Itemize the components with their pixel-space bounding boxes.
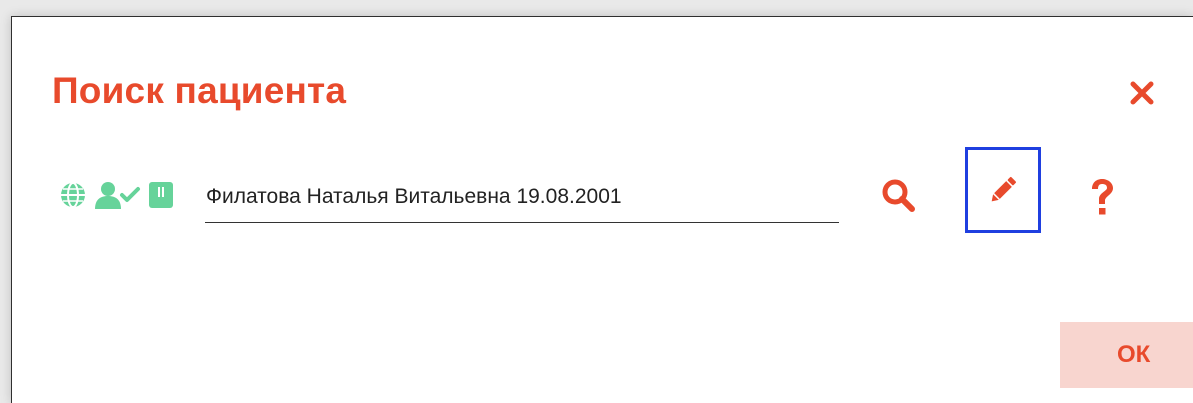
search-icon [882,179,915,212]
help-button[interactable] [1082,175,1122,219]
close-button[interactable] [1124,75,1160,111]
patient-search-input[interactable] [205,177,840,217]
edit-button[interactable] [965,147,1041,233]
search-source-icons [60,177,173,213]
ok-button[interactable]: ОК [1060,322,1193,388]
card-icon[interactable] [149,182,173,208]
question-icon [1092,179,1113,215]
close-icon [1130,81,1154,105]
dialog-title: Поиск пациента [52,70,347,111]
patient-search-field-wrap [205,177,840,223]
patient-search-dialog: Поиск пациента Филатова Наталья Витальев… [11,16,1193,403]
pencil-icon [991,176,1017,202]
user-check-icon[interactable] [95,181,141,209]
globe-icon[interactable] [60,182,86,208]
search-button[interactable] [878,175,918,215]
